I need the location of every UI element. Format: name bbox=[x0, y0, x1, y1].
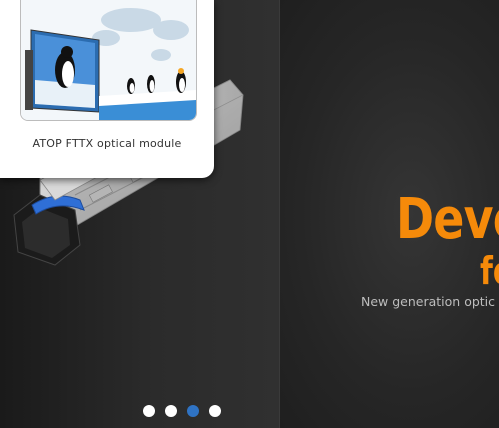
slider-dot-3[interactable] bbox=[187, 405, 199, 417]
banner-tagline: New generation optic bbox=[361, 294, 496, 309]
banner-headline-sub: fo bbox=[480, 249, 499, 293]
product-caption[interactable]: ATOP FTTX optical module bbox=[0, 137, 214, 150]
slider-dot-2[interactable] bbox=[165, 405, 177, 417]
product-thumbnail[interactable] bbox=[20, 0, 197, 121]
product-popup[interactable]: ATOP FTTX optical module bbox=[0, 0, 214, 178]
banner-headline: Deve bbox=[396, 187, 499, 252]
slider-dot-1[interactable] bbox=[143, 405, 155, 417]
slider-pagination bbox=[143, 405, 221, 417]
slider-dot-4[interactable] bbox=[209, 405, 221, 417]
penguin-display-image bbox=[21, 0, 196, 120]
